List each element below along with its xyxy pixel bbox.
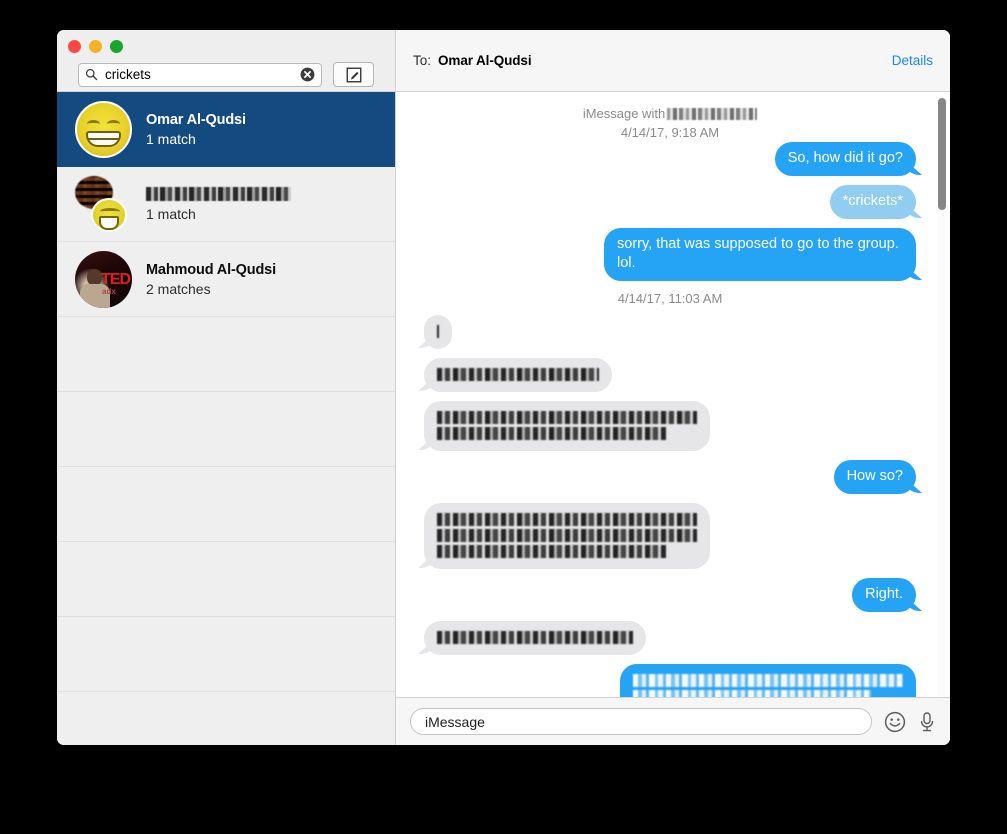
redacted-message-text [437, 513, 697, 526]
conversation-item-text: Omar Al-Qudsi 1 match [146, 112, 383, 147]
message-list: So, how did it go? *crickets* sorry, that … [412, 142, 928, 697]
message-bubble[interactable]: Right. [852, 578, 916, 612]
conversation-list-empty-row [57, 392, 395, 467]
message-bubble[interactable]: So, how did it go? [774, 142, 916, 176]
zoom-window-button[interactable] [110, 40, 123, 53]
to-label: To: [413, 53, 432, 68]
redacted-message-text [437, 545, 666, 558]
search-input-value: crickets [105, 67, 151, 82]
search-icon [85, 68, 98, 81]
message-text: Right. [865, 586, 903, 602]
thread-header-timestamp: 4/14/17, 9:18 AM [620, 125, 720, 140]
redacted-message-text [633, 690, 871, 697]
conversation-list-item[interactable]: 1 match [57, 167, 395, 242]
message-text: *crickets* [842, 193, 903, 209]
conversation-pane: iMessage with 4/14/17, 9:18 AM So, how d… [395, 92, 950, 745]
message-row: How so? [412, 460, 928, 494]
message-row [412, 503, 928, 569]
conversation-titlebar: To: Omar Al-Qudsi Details [395, 30, 950, 92]
scrollbar-thumb[interactable] [938, 98, 946, 210]
conversation-match-count: 1 match [146, 130, 196, 147]
redacted-message-text [437, 325, 439, 338]
avatar [75, 100, 132, 158]
traffic-light-buttons [68, 40, 123, 53]
thread-mid-timestamp: 4/14/17, 11:03 AM [617, 291, 723, 306]
redacted-message-text [437, 631, 633, 644]
redacted-message-text [437, 368, 599, 381]
redacted-message-text [633, 674, 903, 687]
close-window-button[interactable] [68, 40, 81, 53]
search-row: crickets [78, 62, 374, 87]
message-row [412, 664, 928, 697]
recipient-name: Omar Al-Qudsi [438, 53, 532, 68]
message-bubble[interactable] [424, 401, 710, 451]
message-row [412, 401, 928, 451]
avatar: TED adx [75, 250, 132, 308]
redacted-message-text [437, 411, 697, 424]
imessage-input-placeholder: iMessage [425, 713, 485, 730]
compose-pencil-square-icon [346, 67, 361, 82]
conversation-list-empty-row [57, 617, 395, 692]
imessage-input[interactable]: iMessage [410, 708, 872, 735]
message-bubble[interactable]: sorry, that was supposed to go to the gr… [604, 228, 916, 281]
details-button[interactable]: Details [892, 53, 933, 68]
message-row: Right. [412, 578, 928, 612]
conversation-name [146, 186, 383, 203]
thread-header-with: iMessage with [582, 104, 758, 123]
message-thread: iMessage with 4/14/17, 9:18 AM So, how d… [396, 92, 950, 697]
conversation-name: Omar Al-Qudsi [146, 111, 246, 128]
message-text: So, how did it go? [787, 150, 903, 166]
messages-window: crickets To: Omar Al-Qudsi Details Omar … [57, 30, 950, 745]
conversation-list-item[interactable]: TED adx Mahmoud Al-Qudsi 2 matches [57, 242, 395, 317]
microphone-icon[interactable] [918, 711, 936, 733]
message-bubble[interactable] [424, 358, 612, 392]
conversation-match-count: 2 matches [146, 280, 211, 297]
conversation-name: Mahmoud Al-Qudsi [146, 261, 276, 278]
redacted-message-text [437, 529, 697, 542]
redacted-contact-name [667, 107, 758, 120]
message-bubble[interactable] [424, 315, 452, 349]
window-body: Omar Al-Qudsi 1 match 1 match TED adx Ma… [57, 92, 950, 745]
conversation-list[interactable]: Omar Al-Qudsi 1 match 1 match TED adx Ma… [57, 92, 395, 745]
thread-scrollbar[interactable] [938, 98, 946, 697]
conversation-list-empty-row [57, 467, 395, 542]
conversation-match-count: 1 match [146, 205, 196, 222]
message-row: *crickets* [412, 185, 928, 219]
thread-header-prefix: iMessage with [582, 106, 666, 121]
search-input[interactable]: crickets [78, 62, 322, 87]
smiley-face-icon[interactable] [884, 711, 906, 733]
conversation-list-empty-row [57, 542, 395, 617]
compose-new-message-button[interactable] [333, 62, 374, 87]
sidebar-titlebar: crickets [57, 30, 395, 92]
conversation-list-empty-rows [57, 317, 395, 745]
minimize-window-button[interactable] [89, 40, 102, 53]
message-row: sorry, that was supposed to go to the gr… [412, 228, 928, 281]
window-titlebar-region: crickets To: Omar Al-Qudsi Details [57, 30, 950, 92]
message-composer: iMessage [396, 697, 950, 745]
conversation-list-item[interactable]: Omar Al-Qudsi 1 match [57, 92, 395, 167]
conversation-item-text: Mahmoud Al-Qudsi 2 matches [146, 262, 383, 297]
avatar [75, 175, 132, 233]
message-row [412, 358, 928, 392]
message-row [412, 621, 928, 655]
message-text: How so? [846, 468, 903, 484]
message-bubble[interactable]: How so? [833, 460, 916, 494]
conversation-item-text: 1 match [146, 186, 383, 222]
redacted-name [146, 186, 291, 201]
redacted-message-text [437, 427, 666, 440]
message-row: So, how did it go? [412, 142, 928, 176]
thread-header: iMessage with 4/14/17, 9:18 AM [412, 104, 928, 142]
message-row [412, 315, 928, 349]
message-bubble[interactable] [424, 621, 646, 655]
message-text: sorry, that was supposed to go to the gr… [617, 236, 899, 271]
message-bubble[interactable] [424, 503, 710, 569]
conversation-list-empty-row [57, 317, 395, 392]
message-bubble[interactable] [620, 664, 916, 697]
clear-search-icon[interactable] [300, 67, 315, 82]
message-bubble[interactable]: *crickets* [829, 185, 916, 219]
conversation-list-empty-row [57, 692, 395, 745]
